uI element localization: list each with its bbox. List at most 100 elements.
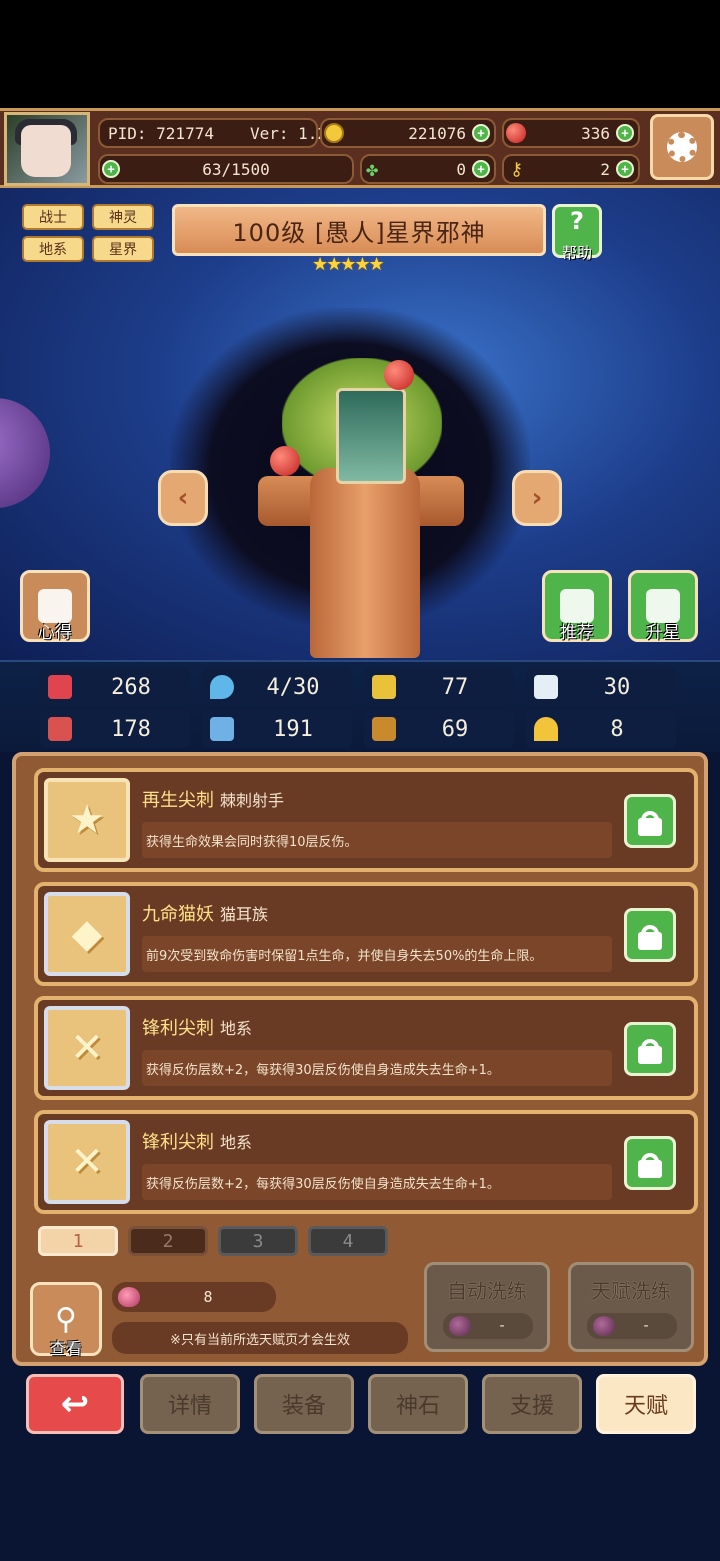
add-gem-button[interactable]: + <box>616 124 634 142</box>
auto-wash-button[interactable]: 自动洗练 - <box>424 1262 550 1352</box>
tab-talent[interactable]: 天赋 <box>596 1374 696 1434</box>
tab-page-4[interactable]: 4 <box>308 1226 388 1256</box>
stat-health: 268 <box>40 668 190 706</box>
talent-source: 地系 <box>220 1133 253 1152</box>
lock-button[interactable] <box>624 1022 676 1076</box>
stat-value: 77 <box>441 674 469 700</box>
lock-icon <box>638 1046 662 1064</box>
stats-panel: 268 4/30 77 30 178 191 69 8 <box>0 660 720 752</box>
talent-panel: ★ 再生尖刺 棘刺射手 获得生命效果会同时获得10层反伤。 ◆ 九命猫妖 猫耳族 前… <box>12 752 708 1366</box>
lock-button[interactable] <box>624 908 676 962</box>
back-button[interactable]: ↩ <box>26 1374 124 1434</box>
chevron-left-icon: ‹ <box>177 483 189 513</box>
clover-icon: ✤ <box>366 157 379 181</box>
stat-value: 8 <box>610 716 624 742</box>
lock-icon <box>638 1160 662 1178</box>
upgrade-star-button[interactable]: 升星 <box>628 570 698 643</box>
star-badge-icon: ★ <box>69 797 105 843</box>
tab-page-2[interactable]: 2 <box>128 1226 208 1256</box>
help-button[interactable]: ? 帮助 <box>552 204 602 262</box>
stat-mana: 4/30 <box>202 668 352 706</box>
auto-wash-label: 自动洗练 <box>447 1279 527 1303</box>
stat-attack: 178 <box>40 710 190 748</box>
drop-icon <box>210 675 234 699</box>
stat-value: 69 <box>441 716 469 742</box>
hero-scene: 战士 神灵 地系 星界 100级 [愚人]星界邪神 ★★★★★ ? 帮助 ‹ ›… <box>0 188 720 660</box>
cat-head-icon: ◆ <box>71 911 103 957</box>
lock-icon <box>638 818 662 836</box>
talent-description: 获得反伤层数+2，每获得30层反伤使自身造成失去生命+1。 <box>142 1050 612 1086</box>
page-note: ※只有当前所选天赋页才会生效 <box>112 1322 408 1354</box>
crossed-spikes-icon: ✕ <box>70 1025 104 1071</box>
return-arrow-icon: ↩ <box>60 1384 90 1424</box>
add-gold-button[interactable]: + <box>472 124 490 142</box>
hero-body <box>310 468 420 658</box>
next-hero-button[interactable]: › <box>512 470 562 526</box>
view-label: 查看 <box>49 1339 82 1358</box>
clover-value: 0 <box>456 159 466 179</box>
wing-icon <box>534 675 558 699</box>
question-icon: ? <box>570 207 584 235</box>
gold-value: 221076 <box>408 123 466 143</box>
previous-hero-button[interactable]: ‹ <box>158 470 208 526</box>
gem-pill: 336 + <box>502 118 640 148</box>
talent-name: 锋利尖刺 <box>142 1132 214 1153</box>
player-avatar[interactable] <box>4 112 90 186</box>
stat-value: 268 <box>111 674 151 700</box>
add-energy-button[interactable]: + <box>102 160 120 178</box>
gold-pill: 221076 + <box>320 118 496 148</box>
talent-wash-cost: - <box>643 1318 649 1334</box>
add-key-button[interactable]: + <box>616 160 634 178</box>
energy-pill: + 63/1500 <box>98 154 354 184</box>
recommend-label: 推荐 <box>560 623 594 643</box>
tab-support[interactable]: 支援 <box>482 1374 582 1434</box>
tag-element: 地系 <box>22 236 84 262</box>
talent-card[interactable]: ◆ 九命猫妖 猫耳族 前9次受到致命伤害时保留1点生命，并使自身失去50%的生命上… <box>34 882 698 986</box>
tab-page-3[interactable]: 3 <box>218 1226 298 1256</box>
talent-card[interactable]: ★ 再生尖刺 棘刺射手 获得生命效果会同时获得10层反伤。 <box>34 768 698 872</box>
talent-wash-label: 天赋洗练 <box>591 1279 671 1303</box>
heart-icon <box>48 675 72 699</box>
chevron-right-icon: › <box>531 483 543 513</box>
shield-icon <box>372 675 396 699</box>
apple-decoration <box>270 446 300 476</box>
talent-card[interactable]: ✕ 锋利尖刺 地系 获得反伤层数+2，每获得30层反伤使自身造成失去生命+1。 <box>34 1110 698 1214</box>
red-gem-icon <box>506 123 526 143</box>
talent-wash-button[interactable]: 天赋洗练 - <box>568 1262 694 1352</box>
auto-wash-cost: - <box>499 1318 505 1334</box>
gem-value: 336 <box>581 123 610 143</box>
tab-page-1[interactable]: 1 <box>38 1226 118 1256</box>
armor-icon <box>372 717 396 741</box>
talent-name: 九命猫妖 <box>142 904 214 925</box>
tab-god-stone[interactable]: 神石 <box>368 1374 468 1434</box>
recommend-button[interactable]: 推荐 <box>542 570 612 643</box>
planet-decoration <box>0 398 50 508</box>
stat-speed: 30 <box>526 668 676 706</box>
tab-equipment[interactable]: 装备 <box>254 1374 354 1434</box>
lock-button[interactable] <box>624 794 676 848</box>
talent-card[interactable]: ✕ 锋利尖刺 地系 获得反伤层数+2，每获得30层反伤使自身造成失去生命+1。 <box>34 996 698 1100</box>
tag-realm: 星界 <box>92 236 154 262</box>
tab-details[interactable]: 详情 <box>140 1374 240 1434</box>
horseshoe-icon <box>534 717 558 741</box>
talent-description: 获得生命效果会同时获得10层反伤。 <box>142 822 612 858</box>
experience-label: 心得 <box>38 623 72 643</box>
lock-icon <box>638 932 662 950</box>
fruit-count: 8 <box>203 1288 213 1306</box>
view-button[interactable]: ⚲ 查看 <box>30 1282 102 1358</box>
experience-button[interactable]: 心得 <box>20 570 90 643</box>
talent-source: 猫耳族 <box>220 905 269 924</box>
lock-button[interactable] <box>624 1136 676 1190</box>
book-icon <box>210 717 234 741</box>
settings-button[interactable] <box>650 114 714 180</box>
key-pill: ⚷ 2 + <box>502 154 640 184</box>
tag-class: 战士 <box>22 204 84 230</box>
talent-name: 锋利尖刺 <box>142 1018 214 1039</box>
fist-icon <box>48 717 72 741</box>
hero-portrait <box>336 388 406 484</box>
add-clover-button[interactable]: + <box>472 160 490 178</box>
stat-value: 30 <box>603 674 631 700</box>
stat-value: 4/30 <box>266 674 320 700</box>
stat-magic: 191 <box>202 710 352 748</box>
talent-icon-frame: ◆ <box>44 892 130 976</box>
